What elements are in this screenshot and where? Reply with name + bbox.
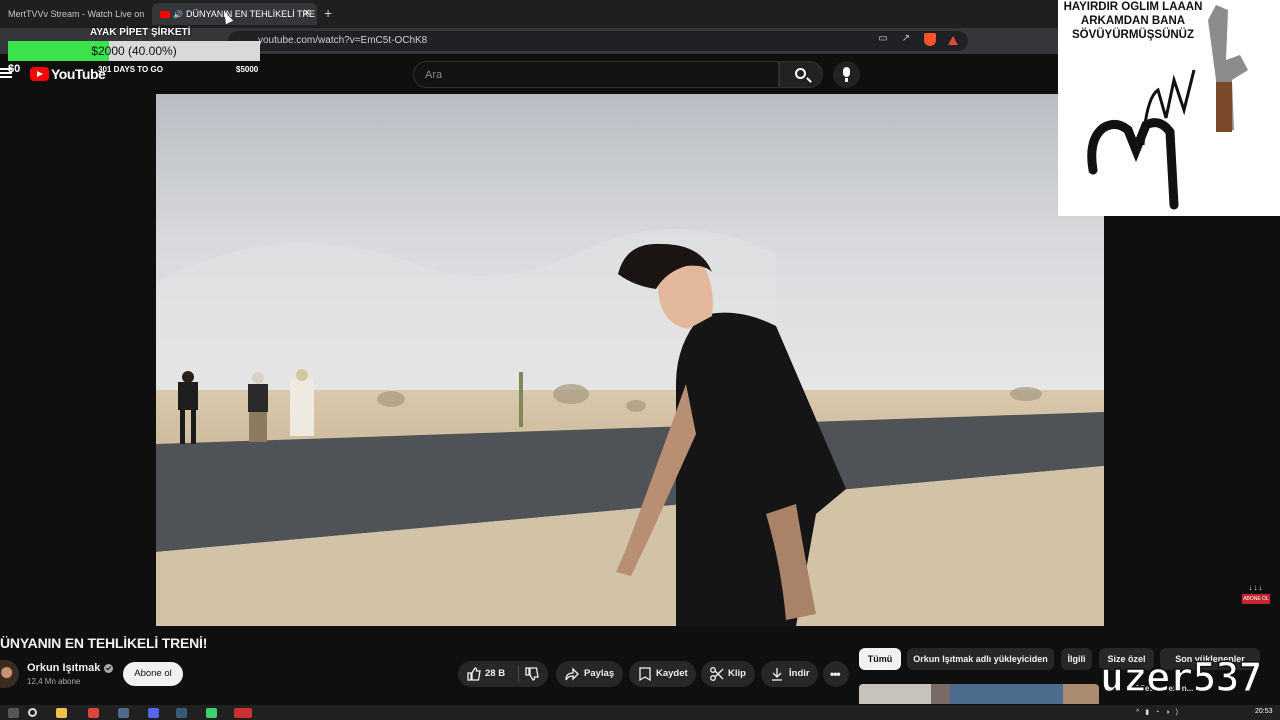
system-tray-icons[interactable]: ^▮◔◑) [1136,708,1184,716]
meme-overlay: HAYIRDIR OGLIM LAAAN ARKAMDAN BANA SÖVÜY… [1058,0,1280,216]
search-button[interactable] [779,61,823,88]
more-actions-button[interactable]: ••• [823,661,849,687]
save-label: Kaydet [656,668,688,679]
share-label: Paylaş [584,668,615,679]
app-icon[interactable] [118,708,129,718]
verified-icon [104,663,114,673]
more-horiz-icon: ••• [830,667,841,681]
channel-avatar[interactable] [0,660,19,688]
like-count[interactable]: 28 B [485,661,505,687]
taskbar-search-icon[interactable] [28,708,37,717]
bookmark-icon [639,667,651,682]
dislike-icon[interactable] [524,666,540,682]
scissors-icon [710,667,724,681]
goal-days-left: 301 DAYS TO GO [98,65,163,74]
goal-end-value: $5000 [236,65,259,74]
share-button[interactable]: Paylaş [556,661,623,687]
taskbar-clock: 20:53 [1255,708,1273,715]
discord-icon[interactable] [148,708,159,718]
sticker-label: ABONE OL [1242,594,1270,604]
cast-icon[interactable]: ▭ [877,33,889,45]
chip-all[interactable]: Tümü [859,648,901,670]
close-tab-icon[interactable]: ✕ [303,3,311,25]
meme-drawing [1087,5,1248,210]
youtube-logo-icon[interactable] [30,67,49,81]
browser-tab-youtube[interactable]: 🔊 DÜNYANIN EN TEHLİKELİ TRE ✕ [152,3,317,25]
os-taskbar [0,705,1280,720]
url-text[interactable]: youtube.com/watch?v=EmC5t-OChK8 [258,31,427,51]
channel-name-text[interactable]: Orkun Işıtmak [27,662,100,674]
save-button[interactable]: Kaydet [629,661,696,687]
new-tab-button[interactable]: + [324,5,332,21]
video-title: ÜNYANIN EN TEHLİKELİ TRENİ! [0,635,208,651]
clip-label: Klip [728,668,746,679]
browser-tab-stream[interactable]: MertTVVv Stream - Watch Live on Ki [0,3,145,25]
app-icon[interactable] [206,708,217,718]
goal-start-value: $0 [8,63,21,75]
tab-title: MertTVVv Stream - Watch Live on Ki [8,9,145,19]
subscriber-count: 12,4 Mn abone [27,677,81,686]
omnibox[interactable]: youtube.com/watch?v=EmC5t-OChK8 [228,31,968,51]
streamer-watermark: uzer537 [1099,654,1263,702]
goal-amount: $2000 (40.00%) [91,44,177,58]
recommended-video-thumbnail[interactable] [859,684,1099,704]
tab-title: DÜNYANIN EN TEHLİKELİ TRE [185,9,316,19]
brave-browser-icon[interactable] [88,708,99,718]
youtube-favicon-icon [160,11,170,19]
chip-related[interactable]: İlgili [1061,648,1092,670]
steam-icon[interactable] [176,708,187,718]
subscribe-button[interactable]: Abone ol [123,662,183,686]
goal-progress-bar: $2000 (40.00%) [8,41,260,61]
video-frame [156,94,1104,626]
microphone-icon [843,67,850,77]
video-player[interactable] [156,94,1104,626]
search-icon [795,68,806,79]
channel-name[interactable]: Orkun Işıtmak [27,662,114,674]
share-icon [565,667,579,681]
voice-search-button[interactable] [833,61,860,88]
abone-sticker: ↓↓↓ ABONE OL [1242,584,1270,612]
start-icon[interactable] [8,708,19,718]
search-input[interactable] [413,61,779,88]
file-explorer-icon[interactable] [56,708,67,718]
like-icon[interactable] [466,666,482,682]
down-arrows-icon: ↓↓↓ [1248,583,1264,592]
app-icon[interactable] [234,708,252,718]
clip-button[interactable]: Klip [701,661,755,687]
goal-title: AYAK PİPET ŞİRKETİ [90,27,191,38]
share-page-icon[interactable]: ↗ [900,33,912,45]
brave-rewards-icon[interactable] [948,36,958,45]
download-button[interactable]: İndir [761,661,818,687]
speaker-icon[interactable]: 🔊 [173,10,183,19]
download-label: İndir [789,668,810,679]
like-dislike-group: 28 B [458,661,548,687]
brave-shield-icon[interactable] [924,33,936,46]
download-icon [772,668,782,681]
chip-uploader[interactable]: Orkun Işıtmak adlı yükleyiciden [907,648,1054,670]
